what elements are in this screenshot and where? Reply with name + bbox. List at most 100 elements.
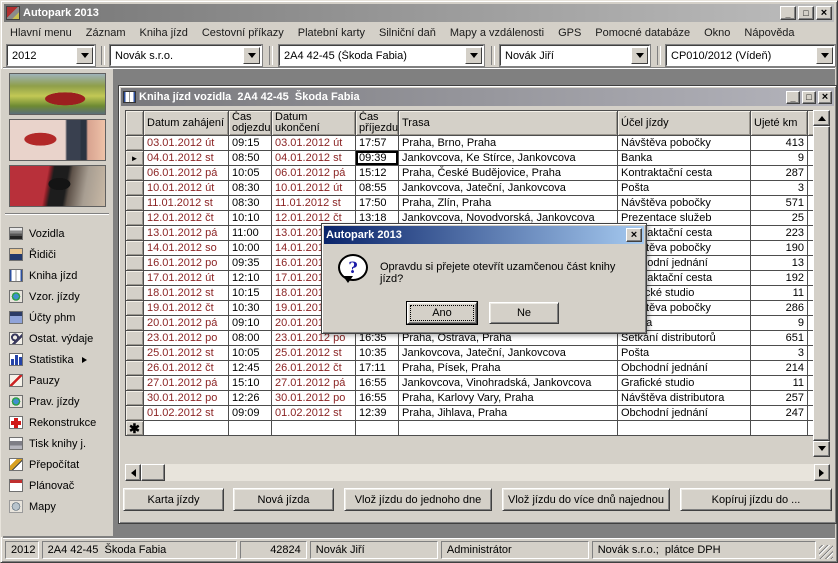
menu-item[interactable]: Silniční daň: [372, 25, 443, 41]
cell-departure-time[interactable]: 08:30: [229, 181, 272, 196]
cell-distance[interactable]: 247: [751, 406, 808, 421]
row-selector[interactable]: [126, 151, 144, 166]
cell-start-date[interactable]: 06.01.2012 pá: [144, 166, 229, 181]
row-selector[interactable]: [126, 226, 144, 241]
table-row[interactable]: 10.01.2012 út 08:30 10.01.2012 út 08:55 …: [126, 181, 815, 196]
table-row[interactable]: 30.01.2012 po 12:26 30.01.2012 po 16:55 …: [126, 391, 815, 406]
cell-route[interactable]: Jankovcova, Jateční, Jankovcova: [399, 181, 618, 196]
table-row[interactable]: 03.01.2012 út 09:15 03.01.2012 út 17:57 …: [126, 136, 815, 151]
row-selector[interactable]: [126, 361, 144, 376]
cell-departure-time[interactable]: 08:50: [229, 151, 272, 166]
trip-card-button[interactable]: Karta jízdy: [123, 488, 224, 511]
cell-distance[interactable]: 13: [751, 256, 808, 271]
cell-start-date[interactable]: 30.01.2012 po: [144, 391, 229, 406]
cell-distance[interactable]: 257: [751, 391, 808, 406]
row-selector[interactable]: [126, 406, 144, 421]
scroll-down-icon[interactable]: [813, 441, 830, 457]
sidebar-item[interactable]: Rekonstrukce: [1, 412, 113, 433]
cell-route[interactable]: Praha, Brno, Praha: [399, 136, 618, 151]
vertical-scrollbar[interactable]: [813, 110, 830, 457]
cell-route[interactable]: Jankovcova, Ke Stírce, Jankovcova: [399, 151, 618, 166]
cell-departure-time[interactable]: 12:10: [229, 271, 272, 286]
chevron-down-icon[interactable]: [465, 47, 482, 64]
menu-item[interactable]: Okno: [697, 25, 737, 41]
cell-distance[interactable]: 9: [751, 151, 808, 166]
cell-route[interactable]: Praha, Karlovy Vary, Praha: [399, 391, 618, 406]
cell-distance[interactable]: 413: [751, 136, 808, 151]
dialog-close-button[interactable]: ×: [626, 228, 642, 242]
insert-trip-multiple-days-button[interactable]: Vlož jízdu do více dnů najednou: [502, 488, 670, 511]
cell-start-date[interactable]: 04.01.2012 st: [144, 151, 229, 166]
minimize-button[interactable]: _: [780, 6, 796, 20]
cell-start-date[interactable]: 01.02.2012 st: [144, 406, 229, 421]
cell-end-date[interactable]: 06.01.2012 pá: [272, 166, 356, 181]
cell-start-date[interactable]: 19.01.2012 čt: [144, 301, 229, 316]
column-header[interactable]: Datum zahájení: [144, 111, 229, 136]
cell-distance[interactable]: 190: [751, 241, 808, 256]
cell-start-date[interactable]: 10.01.2012 út: [144, 181, 229, 196]
cell-departure-time[interactable]: 09:10: [229, 316, 272, 331]
cell-arrival-time[interactable]: 16:55: [356, 391, 399, 406]
column-header[interactable]: Účel jízdy: [618, 111, 751, 136]
cell-start-date[interactable]: 11.01.2012 st: [144, 196, 229, 211]
resize-grip[interactable]: [819, 545, 833, 559]
cell-end-date[interactable]: 27.01.2012 pá: [272, 376, 356, 391]
row-selector[interactable]: [126, 241, 144, 256]
cell-distance[interactable]: 3: [751, 346, 808, 361]
cell-distance[interactable]: 3: [751, 181, 808, 196]
dialog-titlebar[interactable]: Autopark 2013 ×: [324, 226, 644, 244]
cell-departure-time[interactable]: 08:30: [229, 196, 272, 211]
column-header[interactable]: Datum ukončení: [272, 111, 356, 136]
year-combo[interactable]: 2012: [7, 45, 95, 66]
cell-end-date[interactable]: 04.01.2012 st: [272, 151, 356, 166]
row-selector[interactable]: [126, 136, 144, 151]
row-selector[interactable]: [126, 271, 144, 286]
cell-departure-time[interactable]: 10:30: [229, 301, 272, 316]
cell-start-date[interactable]: 26.01.2012 čt: [144, 361, 229, 376]
child-minimize-button[interactable]: _: [786, 91, 800, 104]
cell-departure-time[interactable]: 08:00: [229, 331, 272, 346]
cell-distance[interactable]: 223: [751, 226, 808, 241]
horizontal-scrollbar[interactable]: [125, 464, 830, 481]
sidebar-item[interactable]: Přepočítat: [1, 454, 113, 475]
new-trip-button[interactable]: Nová jízda: [233, 488, 334, 511]
logbook-titlebar[interactable]: Kniha jízd vozidla 2A4 42-45 Škoda Fabia…: [121, 88, 834, 106]
horizontal-scroll-thumb[interactable]: [141, 464, 165, 481]
cell-distance[interactable]: 9: [751, 316, 808, 331]
child-close-button[interactable]: ×: [818, 91, 832, 104]
column-header[interactable]: Trasa: [399, 111, 618, 136]
row-selector[interactable]: [126, 286, 144, 301]
row-selector[interactable]: [126, 331, 144, 346]
table-row[interactable]: 04.01.2012 st 08:50 04.01.2012 st 09:39 …: [126, 151, 815, 166]
cell-route[interactable]: Praha, Zlín, Praha: [399, 196, 618, 211]
cell-route[interactable]: Praha, Písek, Praha: [399, 361, 618, 376]
sidebar-item[interactable]: Statistika: [1, 349, 113, 370]
copy-trip-button[interactable]: Kopíruj jízdu do ...: [680, 488, 832, 511]
cell-arrival-time[interactable]: 16:55: [356, 376, 399, 391]
table-row[interactable]: 11.01.2012 st 08:30 11.01.2012 st 17:50 …: [126, 196, 815, 211]
cell-route[interactable]: Jankovcova, Jateční, Jankovcova: [399, 346, 618, 361]
vertical-scroll-thumb[interactable]: [813, 126, 830, 441]
cell-arrival-time[interactable]: 08:55: [356, 181, 399, 196]
cell-distance[interactable]: 214: [751, 361, 808, 376]
cell-end-date[interactable]: 03.01.2012 út: [272, 136, 356, 151]
cell-departure-time[interactable]: 09:35: [229, 256, 272, 271]
cell-start-date[interactable]: 23.01.2012 po: [144, 331, 229, 346]
table-row[interactable]: 25.01.2012 st 10:05 25.01.2012 st 10:35 …: [126, 346, 815, 361]
table-row[interactable]: 01.02.2012 st 09:09 01.02.2012 st 12:39 …: [126, 406, 815, 421]
column-header[interactable]: Čas odjezdu: [229, 111, 272, 136]
cell-purpose[interactable]: Banka: [618, 151, 751, 166]
cell-start-date[interactable]: 16.01.2012 po: [144, 256, 229, 271]
cell-start-date[interactable]: 27.01.2012 pá: [144, 376, 229, 391]
child-maximize-button[interactable]: □: [802, 91, 816, 104]
row-selector[interactable]: [126, 346, 144, 361]
cell-purpose[interactable]: Pošta: [618, 181, 751, 196]
cell-departure-time[interactable]: 11:00: [229, 226, 272, 241]
column-header[interactable]: Čas příjezdu: [356, 111, 399, 136]
row-selector[interactable]: [126, 196, 144, 211]
cell-start-date[interactable]: 13.01.2012 pá: [144, 226, 229, 241]
cell-end-date[interactable]: 30.01.2012 po: [272, 391, 356, 406]
cell-end-date[interactable]: 10.01.2012 út: [272, 181, 356, 196]
maximize-button[interactable]: □: [798, 6, 814, 20]
cell-start-date[interactable]: 20.01.2012 pá: [144, 316, 229, 331]
